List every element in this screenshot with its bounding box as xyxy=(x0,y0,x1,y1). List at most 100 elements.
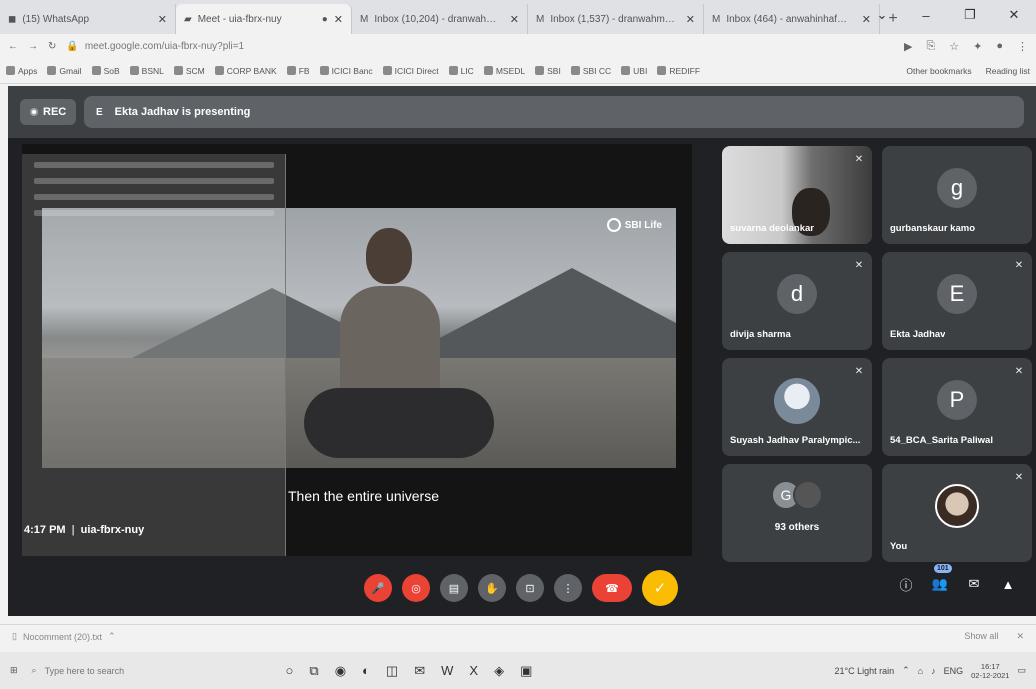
chrome-icon[interactable]: ◉ xyxy=(335,663,346,679)
participant-tile-you[interactable]: ✕ You xyxy=(882,464,1032,562)
tab-inbox-1[interactable]: M Inbox (10,204) - dranwahmadan ✕ xyxy=(352,4,528,34)
bookmarks-bar: Apps Gmail SoB BSNL SCM CORP BANK FB ICI… xyxy=(0,58,1036,84)
close-icon[interactable]: ✕ xyxy=(1016,631,1024,642)
mic-toggle-button[interactable]: 🎤 xyxy=(364,574,392,602)
participant-tile-sarita[interactable]: ✕ P 54_BCA_Sarita Paliwal xyxy=(882,358,1032,456)
weather-text[interactable]: 21°C Light rain xyxy=(834,666,894,676)
bookmark-ubi[interactable]: UBI xyxy=(621,66,647,76)
bookmark-sbi[interactable]: SBI xyxy=(535,66,561,76)
bookmark-fb[interactable]: FB xyxy=(286,66,310,76)
notification-icon[interactable]: ▭ xyxy=(1017,665,1026,676)
photos-icon[interactable]: ▣ xyxy=(520,663,532,679)
windows-start-icon[interactable]: ⊞ xyxy=(10,665,18,676)
tab-whatsapp[interactable]: ◼ (15) WhatsApp ✕ xyxy=(0,4,176,34)
overlay-lines xyxy=(34,162,274,226)
bookmarks-right: Other bookmarks Reading list xyxy=(906,66,1030,76)
close-window-icon[interactable]: ✕ xyxy=(992,0,1036,30)
clock-date: 02-12-2021 xyxy=(971,670,1010,680)
forward-icon[interactable]: → xyxy=(28,41,38,52)
tab-inbox-3[interactable]: M Inbox (464) - anwahinhaf@gmail ✕ xyxy=(704,4,880,34)
participant-tile-suyash[interactable]: ✕ Suyash Jadhav Paralympic... xyxy=(722,358,872,456)
other-bookmarks[interactable]: Other bookmarks xyxy=(906,66,971,76)
star-icon[interactable]: ☆ xyxy=(949,40,959,53)
taskbar-search[interactable]: ⌕ Type here to search xyxy=(32,665,272,676)
cortana-icon[interactable]: ○ xyxy=(286,663,294,679)
word-icon[interactable]: W xyxy=(441,663,453,679)
tab-inbox-2[interactable]: M Inbox (1,537) - dranwahmadan ✕ xyxy=(528,4,704,34)
minimize-icon[interactable]: – xyxy=(904,0,948,30)
side-controls: ⓘ 101 👥 ✉ ▲ xyxy=(896,564,1018,594)
meeting-time: 4:17 PM xyxy=(24,524,66,536)
bookmark-bsnl[interactable]: BSNL xyxy=(129,66,164,76)
download-item[interactable]: ▯ Nocomment (20).txt ⌃ xyxy=(12,631,116,642)
bookmark-rediff[interactable]: REDIFF xyxy=(657,66,700,76)
volume-icon[interactable]: ♪ xyxy=(931,666,936,676)
bookmark-scm[interactable]: SCM xyxy=(173,66,205,76)
bookmark-gmail[interactable]: Gmail xyxy=(47,66,82,76)
camera-permission-icon[interactable]: ▶ xyxy=(904,40,912,53)
task-view-icon[interactable]: ⧉ xyxy=(309,663,318,679)
check-button[interactable]: ✓ xyxy=(642,570,678,606)
more-options-button[interactable]: ⋮ xyxy=(554,574,582,602)
bookmark-corpbank[interactable]: CORP BANK xyxy=(214,66,277,76)
live-caption: Then the entire universe xyxy=(288,488,439,504)
bookmark-msedl[interactable]: MSEDL xyxy=(483,66,525,76)
store-icon[interactable]: ◫ xyxy=(386,663,398,679)
participant-initial: E xyxy=(937,274,977,314)
tab-search-icon[interactable]: ⌄ xyxy=(860,0,904,30)
close-icon[interactable]: ✕ xyxy=(510,13,519,26)
back-icon[interactable]: ← xyxy=(8,41,18,52)
meeting-code[interactable]: uia-fbrx-nuy xyxy=(81,524,145,536)
raise-hand-button[interactable]: ✋ xyxy=(478,574,506,602)
activities-button[interactable]: ▲ xyxy=(998,574,1018,594)
network-icon[interactable]: ⌂ xyxy=(918,666,923,676)
close-icon[interactable]: ✕ xyxy=(334,13,343,26)
participant-tile-divija[interactable]: ✕ d divija sharma xyxy=(722,252,872,350)
bookmark-lic[interactable]: LIC xyxy=(448,66,474,76)
reading-list[interactable]: Reading list xyxy=(986,66,1030,76)
present-button[interactable]: ⊡ xyxy=(516,574,544,602)
participant-tile-gurbanskaur[interactable]: g gurbanskaur kamo xyxy=(882,146,1032,244)
profile-icon[interactable]: ● xyxy=(996,40,1003,53)
excel-icon[interactable]: X xyxy=(469,663,478,679)
gmail-icon: M xyxy=(712,13,721,25)
clock[interactable]: 16:17 02-12-2021 xyxy=(971,662,1009,680)
edge-icon[interactable]: ◐ xyxy=(362,663,370,679)
bookmark-apps[interactable]: Apps xyxy=(6,66,37,76)
group-avatar-photo xyxy=(793,480,823,510)
share-icon[interactable]: ⎘ xyxy=(926,40,935,53)
participant-tile-suvarna[interactable]: ✕ suvarna deolankar xyxy=(722,146,872,244)
mail-icon[interactable]: ✉ xyxy=(414,663,425,679)
close-icon[interactable]: ✕ xyxy=(686,13,695,26)
gmail-icon: M xyxy=(536,13,545,25)
app-icon[interactable]: ◈ xyxy=(494,663,504,679)
participant-tile-others[interactable]: G 93 others xyxy=(722,464,872,562)
meeting-details-button[interactable]: ⓘ xyxy=(896,574,916,594)
gmail-icon: M xyxy=(360,13,369,25)
captions-button[interactable]: ▤ xyxy=(440,574,468,602)
taskbar-apps: ○ ⧉ ◉ ◐ ◫ ✉ W X ◈ ▣ xyxy=(286,663,533,679)
bookmark-icici-direct[interactable]: ICICI Direct xyxy=(382,66,439,76)
bookmark-icici-banc[interactable]: ICICI Banc xyxy=(319,66,373,76)
tab-meet[interactable]: ▰ Meet - uia-fbrx-nuy ● ✕ xyxy=(176,4,352,34)
language[interactable]: ENG xyxy=(944,666,964,676)
maximize-icon[interactable]: ❐ xyxy=(948,0,992,30)
leave-call-button[interactable]: ☎ xyxy=(592,574,632,602)
recording-icon xyxy=(30,108,38,116)
bookmark-label: REDIFF xyxy=(669,65,701,76)
menu-icon[interactable]: ⋮ xyxy=(1017,40,1028,53)
people-button[interactable]: 101 👥 xyxy=(930,564,952,594)
show-all-link[interactable]: Show all xyxy=(964,631,998,642)
participant-tile-ekta[interactable]: ✕ E Ekta Jadhav xyxy=(882,252,1032,350)
close-icon[interactable]: ✕ xyxy=(158,13,167,26)
chevron-up-icon[interactable]: ⌃ xyxy=(108,631,116,642)
camera-toggle-button[interactable]: ◎ xyxy=(402,574,430,602)
address-bar: ← → ↻ 🔒 meet.google.com/uia-fbrx-nuy?pli… xyxy=(0,34,1036,58)
chat-button[interactable]: ✉ xyxy=(964,574,984,594)
bookmark-sbi-cc[interactable]: SBI CC xyxy=(570,66,611,76)
extensions-icon[interactable]: ✦ xyxy=(973,40,982,53)
bookmark-sob[interactable]: SoB xyxy=(91,66,120,76)
chevron-up-icon[interactable]: ⌃ xyxy=(902,665,910,676)
url-field[interactable]: 🔒 meet.google.com/uia-fbrx-nuy?pli=1 xyxy=(66,41,894,52)
reload-icon[interactable]: ↻ xyxy=(48,41,56,52)
